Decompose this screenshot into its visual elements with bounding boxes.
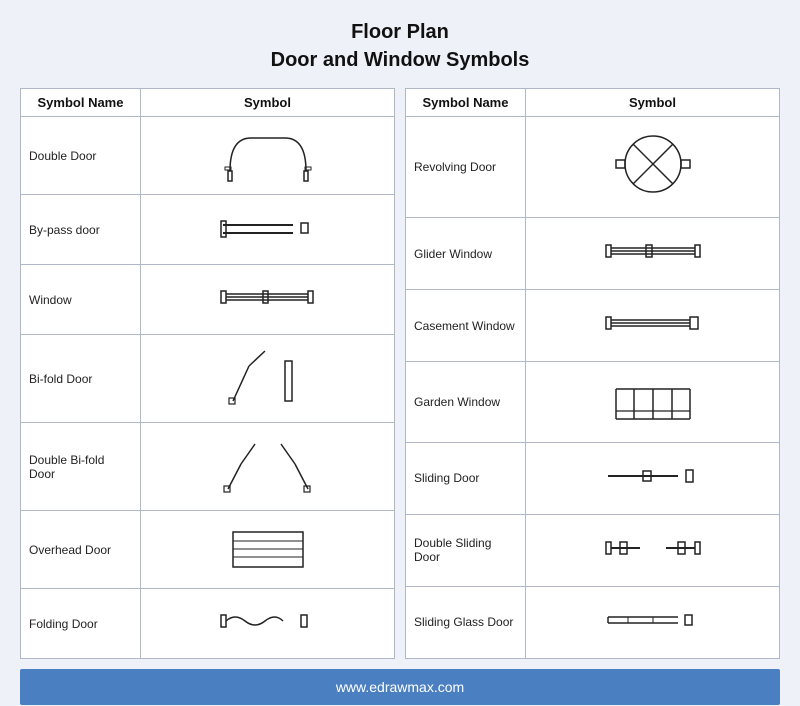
table-row: Glider Window (406, 217, 780, 289)
table-row: Garden Window (406, 362, 780, 442)
table-row: Window (21, 265, 395, 335)
table-row: Double Door (21, 117, 395, 195)
footer: www.edrawmax.com (20, 669, 780, 705)
left-col-header-symbol: Symbol (141, 89, 395, 117)
table-row: Double Sliding Door (406, 514, 780, 586)
table-row: Sliding Glass Door (406, 586, 780, 658)
right-col-header-name: Symbol Name (406, 89, 526, 117)
footer-text: www.edrawmax.com (336, 679, 464, 695)
table-row: Revolving Door (406, 117, 780, 218)
table-row: Sliding Door (406, 442, 780, 514)
table-row: Bi-fold Door (21, 335, 395, 423)
tables-container: Symbol Name Symbol Double Door (20, 88, 780, 659)
right-table: Symbol Name Symbol Revolving Door (405, 88, 780, 659)
left-col-header-name: Symbol Name (21, 89, 141, 117)
table-row: Overhead Door (21, 511, 395, 589)
page-title: Floor Plan Door and Window Symbols (271, 18, 530, 74)
table-row: Casement Window (406, 290, 780, 362)
table-row: Folding Door (21, 589, 395, 659)
right-col-header-symbol: Symbol (526, 89, 780, 117)
left-table: Symbol Name Symbol Double Door (20, 88, 395, 659)
table-row: By-pass door (21, 195, 395, 265)
table-row: Double Bi-fold Door (21, 423, 395, 511)
